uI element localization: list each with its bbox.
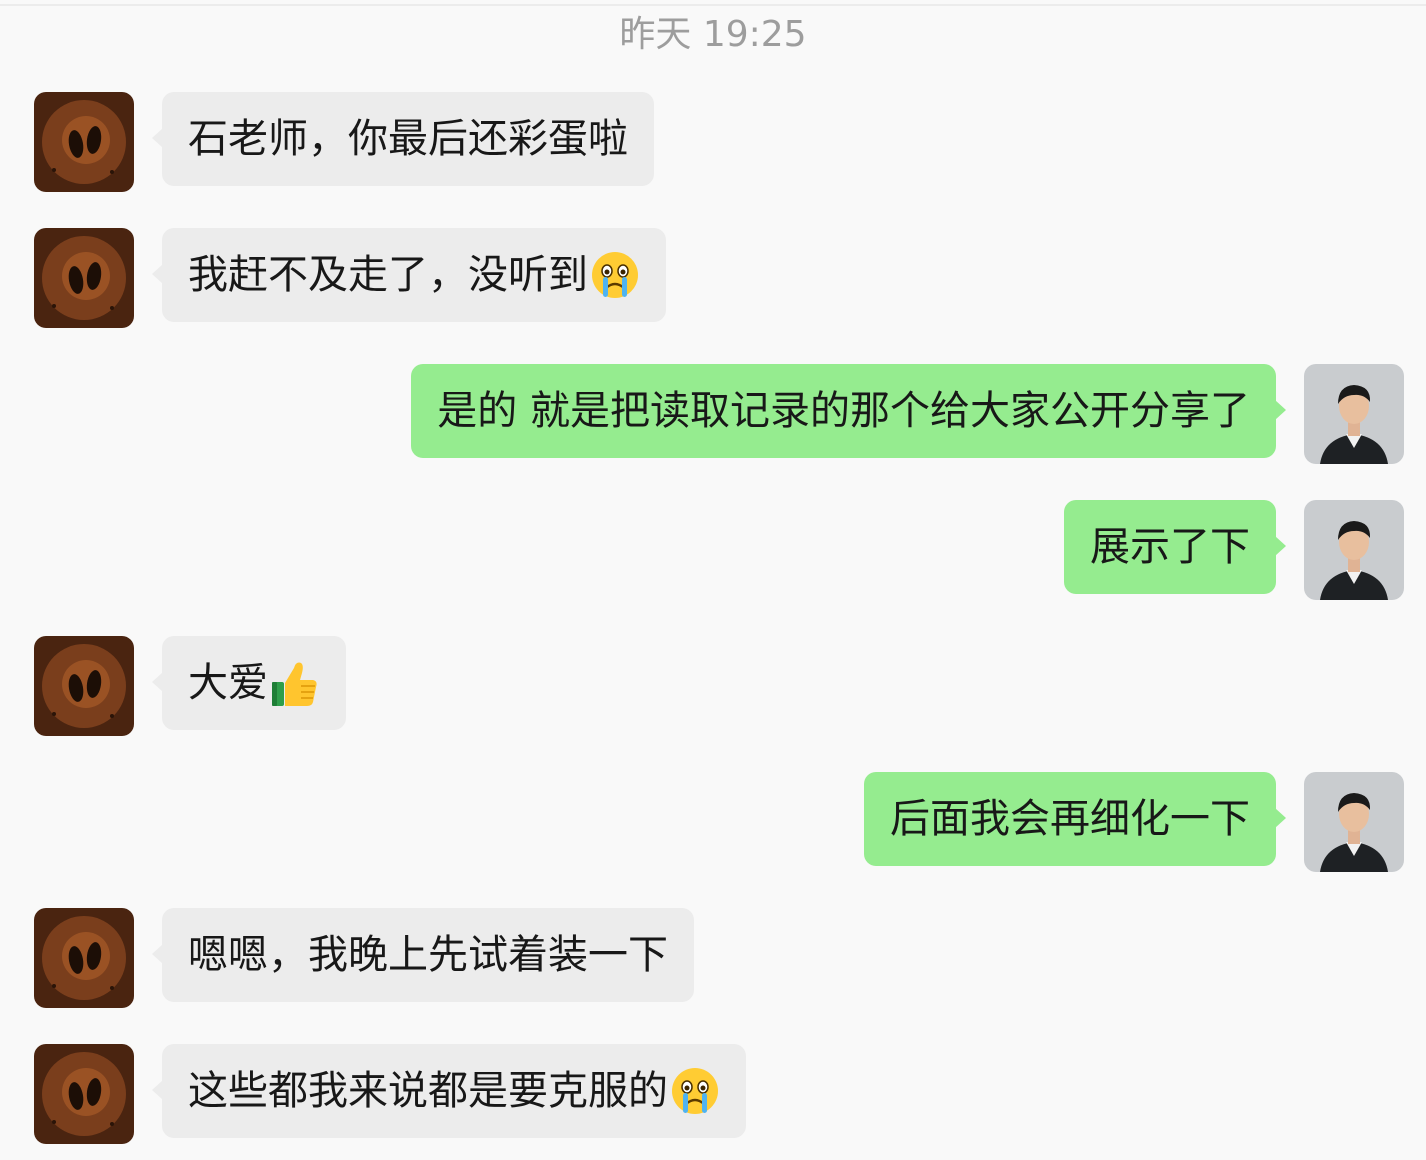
footprints-avatar-icon xyxy=(34,228,134,328)
person-avatar-icon xyxy=(1304,364,1404,464)
message-text: 展示了下 xyxy=(1090,524,1250,570)
message-bubble-incoming[interactable]: 嗯嗯，我晚上先试着装一下 xyxy=(152,908,694,1002)
footprints-avatar-icon xyxy=(34,1044,134,1144)
message-bubble-outgoing[interactable]: 后面我会再细化一下 xyxy=(864,772,1286,866)
message-row-incoming: 嗯嗯，我晚上先试着装一下 xyxy=(34,908,694,1008)
message-text: 我赶不及走了，没听到 xyxy=(188,252,588,298)
avatar-self[interactable] xyxy=(1304,364,1404,464)
message-text: 后面我会再细化一下 xyxy=(890,796,1250,842)
footprints-avatar-icon xyxy=(34,92,134,192)
message-row-outgoing: 后面我会再细化一下 xyxy=(864,772,1404,872)
timestamp: 昨天 19:25 xyxy=(619,14,807,55)
crying-face-icon xyxy=(672,1068,718,1114)
avatar-contact[interactable] xyxy=(34,228,134,328)
message-row-incoming: 大爱 xyxy=(34,636,346,736)
message-text: 大爱 xyxy=(188,660,268,706)
crying-face-icon xyxy=(592,252,638,298)
message-bubble-incoming[interactable]: 大爱 xyxy=(152,636,346,730)
message-bubble-incoming[interactable]: 这些都我来说都是要克服的 xyxy=(152,1044,746,1138)
message-row-outgoing: 是的 就是把读取记录的那个给大家公开分享了 xyxy=(411,364,1404,464)
message-text: 这些都我来说都是要克服的 xyxy=(188,1068,668,1114)
message-text: 嗯嗯，我晚上先试着装一下 xyxy=(188,932,668,978)
person-avatar-icon xyxy=(1304,500,1404,600)
message-bubble-incoming[interactable]: 石老师，你最后还彩蛋啦 xyxy=(152,92,654,186)
message-bubble-incoming[interactable]: 我赶不及走了，没听到 xyxy=(152,228,666,322)
avatar-contact[interactable] xyxy=(34,1044,134,1144)
avatar-contact[interactable] xyxy=(34,92,134,192)
message-row-incoming: 这些都我来说都是要克服的 xyxy=(34,1044,746,1144)
message-bubble-outgoing[interactable]: 展示了下 xyxy=(1064,500,1286,594)
person-avatar-icon xyxy=(1304,772,1404,872)
avatar-contact[interactable] xyxy=(34,636,134,736)
message-row-incoming: 石老师，你最后还彩蛋啦 xyxy=(34,92,654,192)
message-bubble-outgoing[interactable]: 是的 就是把读取记录的那个给大家公开分享了 xyxy=(411,364,1286,458)
avatar-self[interactable] xyxy=(1304,772,1404,872)
avatar-contact[interactable] xyxy=(34,908,134,1008)
message-text: 是的 就是把读取记录的那个给大家公开分享了 xyxy=(437,388,1250,434)
avatar-self[interactable] xyxy=(1304,500,1404,600)
message-row-incoming: 我赶不及走了，没听到 xyxy=(34,228,666,328)
thumbs-up-icon xyxy=(272,662,317,706)
footprints-avatar-icon xyxy=(34,636,134,736)
message-row-outgoing: 展示了下 xyxy=(1064,500,1404,600)
footprints-avatar-icon xyxy=(34,908,134,1008)
message-text: 石老师，你最后还彩蛋啦 xyxy=(188,116,628,162)
top-divider xyxy=(0,4,1426,6)
